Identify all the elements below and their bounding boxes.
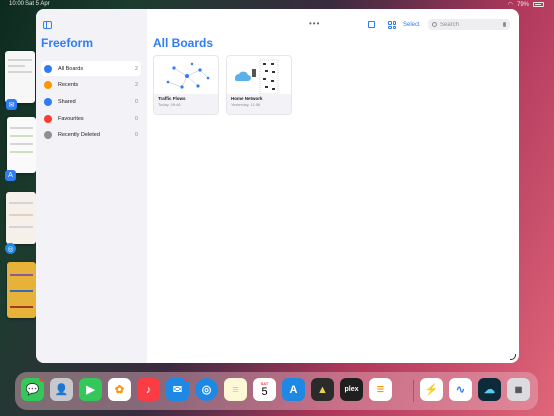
notes-icon[interactable]: ≡ — [224, 378, 247, 401]
board-thumbnail — [166, 62, 210, 89]
board-meta: Home Network Yesterday, 11:56 — [227, 94, 291, 114]
sidebar-item-label: Shared — [58, 98, 76, 105]
mail-icon[interactable]: ✉ 1 — [166, 378, 189, 401]
heart-icon — [44, 114, 52, 123]
network-icon[interactable]: ☁ — [478, 378, 501, 401]
sidebar-item-count: 2 — [134, 82, 138, 89]
window-resize-handle[interactable] — [510, 354, 516, 360]
new-board-icon[interactable] — [368, 21, 375, 28]
app-title: Freeform — [41, 36, 94, 50]
app-store-badge-icon: A — [5, 170, 16, 181]
safari-icon[interactable]: ◎ — [195, 378, 218, 401]
sidebar-item-count: 2 — [134, 65, 138, 72]
sidebar-item-label: Recently Deleted — [58, 132, 100, 139]
facetime-icon[interactable]: ▶ — [79, 378, 102, 401]
page-title: All Boards — [153, 36, 214, 50]
reminders-icon[interactable]: ☰ — [369, 378, 392, 401]
sidebar-item-label: Favourites — [58, 115, 84, 122]
grid-view-icon[interactable] — [388, 21, 396, 29]
stage-window-2[interactable] — [7, 117, 36, 173]
artstudio-icon[interactable]: ▲ — [311, 378, 334, 401]
status-date: Sat 5 Apr — [25, 1, 50, 7]
search-icon — [432, 22, 437, 27]
board-card-home-network[interactable]: Home Network Yesterday, 11:56 — [226, 55, 292, 115]
messages-icon[interactable]: 💬 1 — [21, 378, 44, 401]
calendar-icon[interactable]: SAT 5 — [253, 378, 276, 401]
search-field[interactable] — [428, 19, 510, 30]
mail-app-badge-icon: ✉ — [6, 99, 17, 110]
battery-icon — [533, 2, 544, 7]
music-icon[interactable]: ♪ — [137, 378, 160, 401]
sidebar-item-count: 0 — [134, 98, 138, 105]
photos-icon[interactable]: ✿ — [108, 378, 131, 401]
board-date: Yesterday, 11:56 — [231, 102, 261, 107]
battery-percent: 79% — [516, 1, 529, 8]
freeform-window: ••• Freeform All Boards 2 Recents 2 Shar… — [36, 9, 519, 363]
app-store-icon[interactable]: A — [282, 378, 305, 401]
messages-badge: 1 — [39, 378, 44, 382]
sidebar-item-recently-deleted[interactable]: Recently Deleted 0 — [41, 128, 141, 143]
freeform-icon[interactable]: ∿ — [449, 378, 472, 401]
select-button[interactable]: Select — [403, 22, 420, 28]
sidebar-toggle-icon[interactable] — [43, 21, 52, 29]
dock-separator — [413, 380, 414, 402]
dock: 💬 1 👤 ▶ ✿ ♪ ✉ 1 ◎ ≡ SAT 5 A ▲ plex ☰ ⚡ ∿ ☁… — [15, 372, 538, 410]
sidebar-item-label: Recents — [58, 82, 79, 89]
board-date: Today, 09:46 — [158, 102, 181, 107]
sidebar-nav: All Boards 2 Recents 2 Shared 0 Favourit… — [41, 61, 141, 144]
board-thumbnail — [234, 59, 279, 95]
board-title: Traffic Flows — [158, 96, 186, 101]
contacts-icon[interactable]: 👤 — [50, 378, 73, 401]
stage-window-3[interactable] — [6, 192, 36, 244]
calendar-day: 5 — [261, 386, 268, 398]
sidebar-item-favourites[interactable]: Favourites 0 — [41, 111, 141, 126]
sidebar-item-shared[interactable]: Shared 0 — [41, 94, 141, 109]
mail-badge: 1 — [184, 378, 189, 382]
sidebar: Freeform All Boards 2 Recents 2 Shared 0… — [36, 9, 147, 363]
window-grabber-icon[interactable]: ••• — [309, 19, 320, 28]
microphone-icon[interactable] — [503, 22, 506, 27]
all-boards-icon — [44, 64, 52, 73]
messenger-icon[interactable]: ⚡ — [420, 378, 443, 401]
people-icon — [44, 97, 52, 106]
sidebar-item-count: 0 — [134, 132, 138, 139]
board-card-traffic-flows[interactable]: Traffic Flows Today, 09:46 — [153, 55, 219, 115]
board-title: Home Network — [231, 96, 263, 101]
stage-window-1[interactable] — [5, 51, 35, 103]
board-meta: Traffic Flows Today, 09:46 — [154, 94, 218, 114]
stage-window-4[interactable] — [7, 262, 36, 318]
safari-badge-icon: ◎ — [5, 243, 16, 254]
plex-icon[interactable]: plex — [340, 378, 363, 401]
wifi-icon: ◠ — [507, 2, 513, 8]
clock-icon — [44, 81, 52, 90]
search-input[interactable] — [440, 21, 496, 28]
sidebar-item-label: All Boards — [58, 65, 84, 72]
recent-apps-icon[interactable]: ▦ — [507, 378, 530, 401]
trash-icon — [44, 131, 52, 140]
status-indicators: ◠ 79% — [508, 1, 544, 8]
sidebar-item-all-boards[interactable]: All Boards 2 — [41, 61, 141, 76]
status-time: 10:00 — [9, 1, 25, 7]
sidebar-item-count: 0 — [134, 115, 138, 122]
sidebar-item-recents[interactable]: Recents 2 — [41, 78, 141, 93]
